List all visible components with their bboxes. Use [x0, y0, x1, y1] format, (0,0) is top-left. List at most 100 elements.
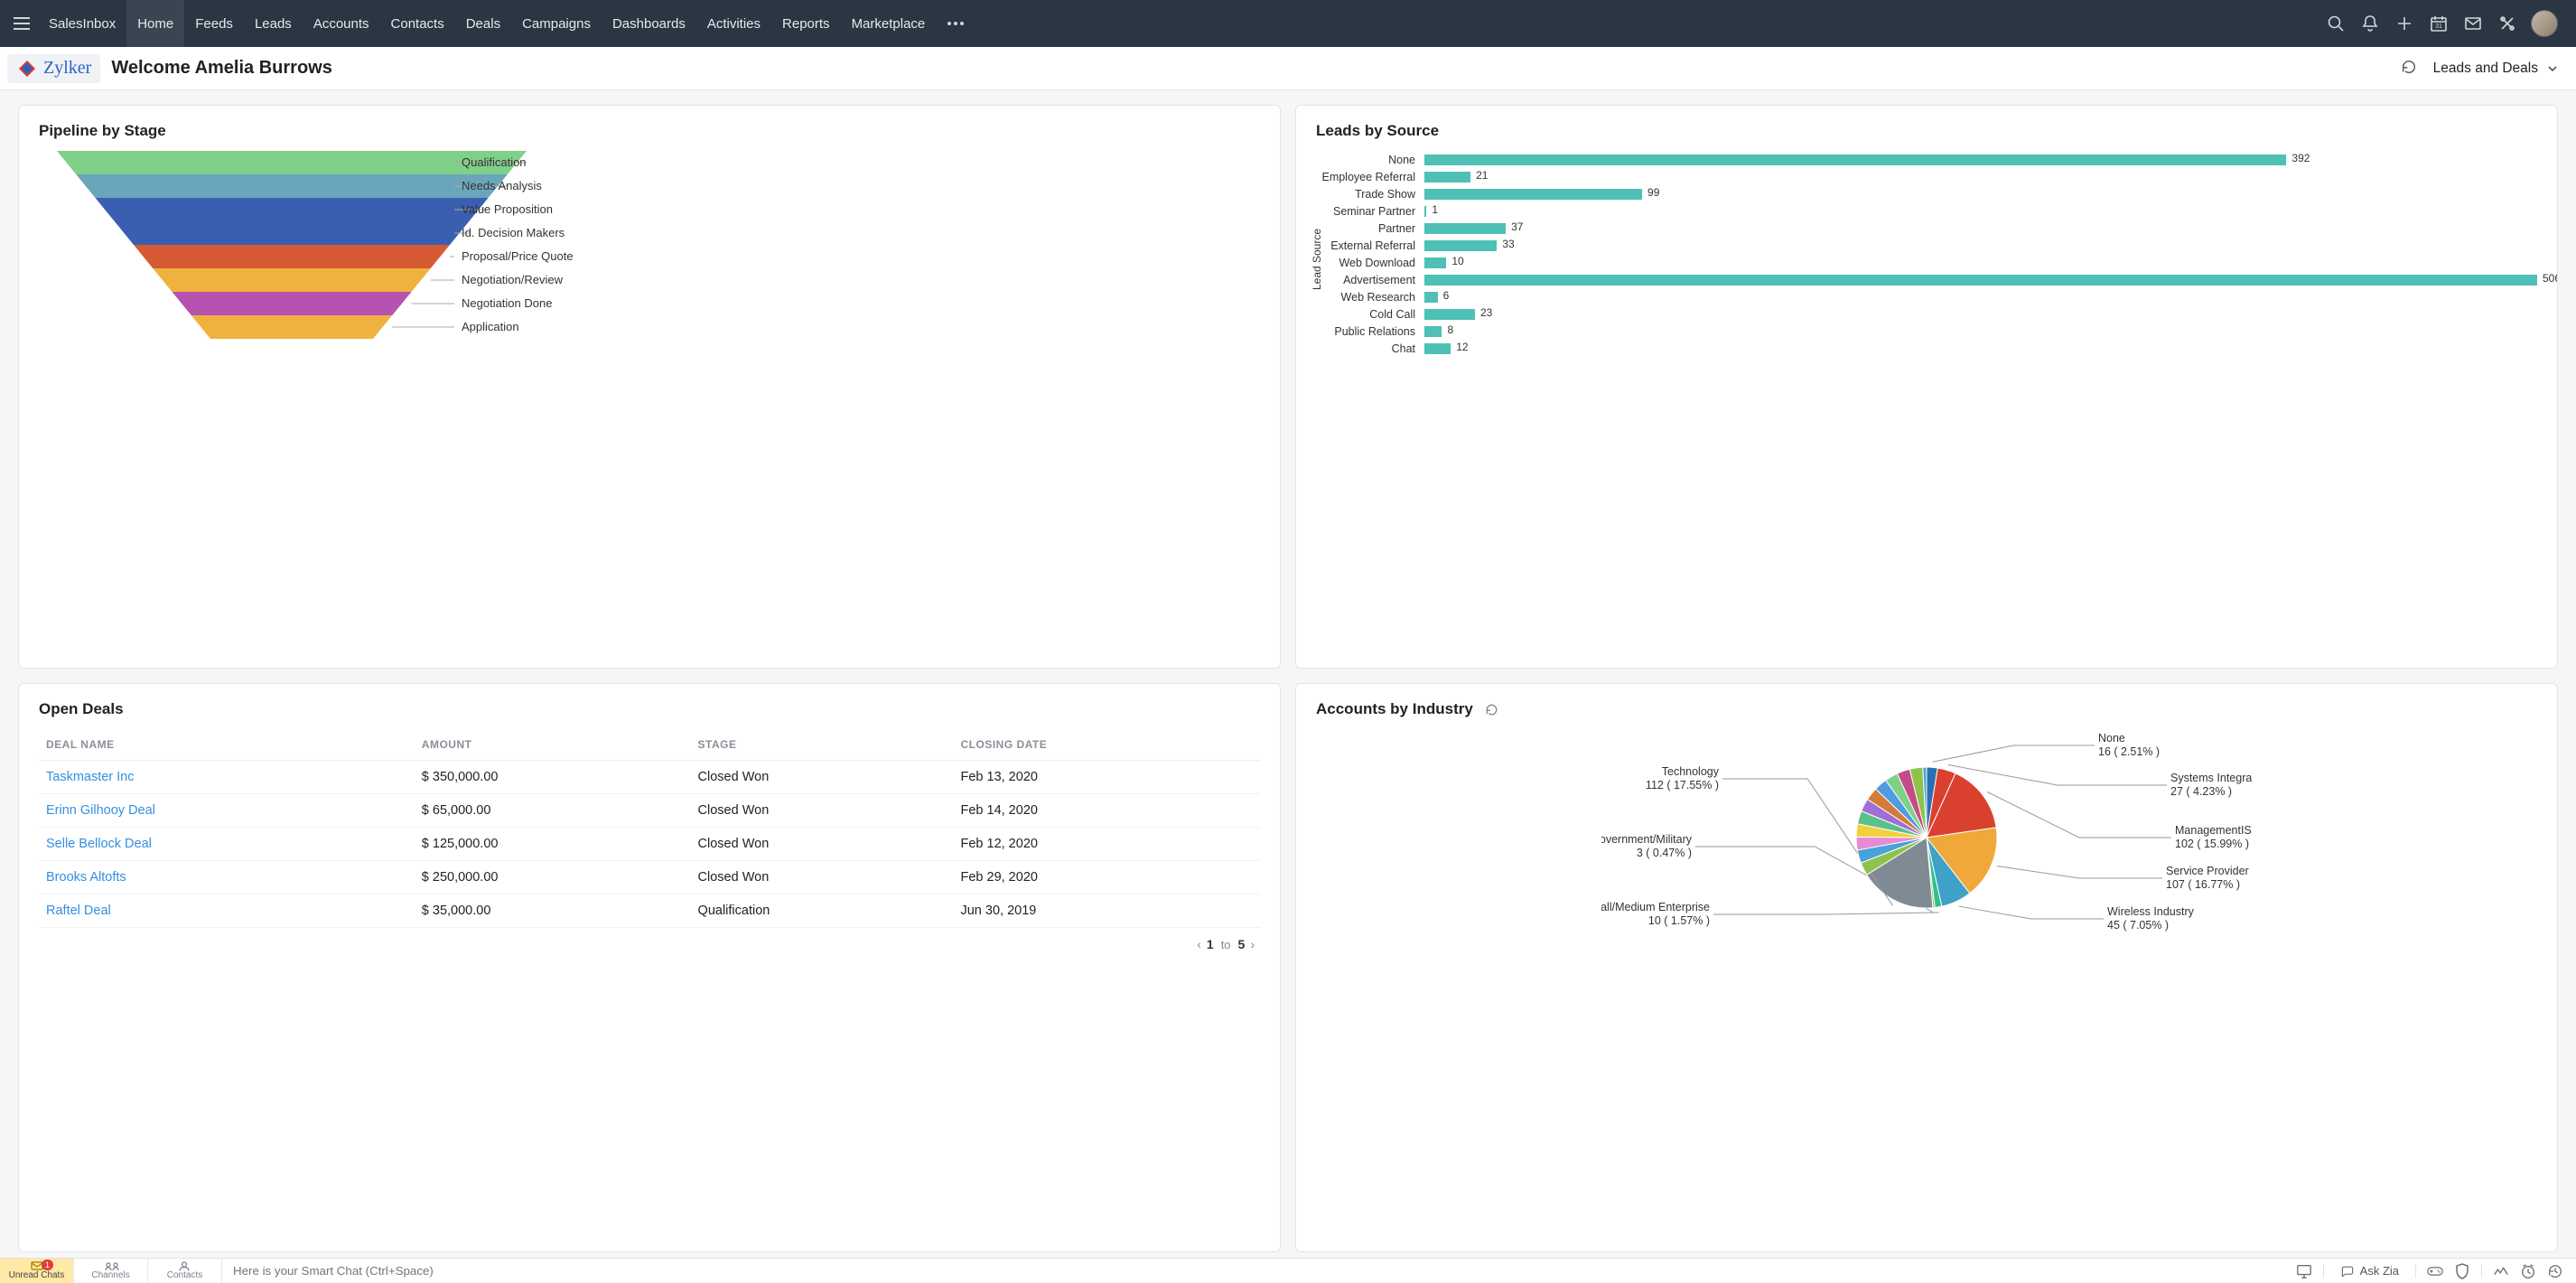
nav-item-marketplace[interactable]: Marketplace: [841, 0, 937, 47]
leads-bar: [1424, 326, 1442, 337]
pie-label: Systems Integrator: [2170, 772, 2252, 784]
card-title-leads: Leads by Source: [1316, 122, 2537, 140]
leads-category: Public Relations: [1316, 325, 1424, 338]
leads-value: 23: [1480, 306, 1492, 319]
deal-amount: $ 35,000.00: [415, 894, 691, 928]
pie-label-value: 16 ( 2.51% ): [2098, 745, 2160, 758]
refresh-icon[interactable]: [2401, 59, 2417, 78]
deal-amount: $ 125,000.00: [415, 828, 691, 861]
deal-date: Feb 12, 2020: [953, 828, 1260, 861]
funnel-band: [173, 292, 412, 315]
chevron-down-icon: [2547, 63, 2558, 74]
deal-name-link[interactable]: Raftel Deal: [39, 894, 415, 928]
footer-tab-unread-chats[interactable]: Unread Chats1: [0, 1259, 74, 1283]
leads-category: Trade Show: [1316, 188, 1424, 201]
ask-zia-button[interactable]: Ask Zia: [2335, 1264, 2404, 1278]
funnel-label: Proposal/Price Quote: [462, 249, 574, 263]
leads-value: 1: [1432, 203, 1438, 216]
nav-item-accounts[interactable]: Accounts: [303, 0, 380, 47]
deal-amount: $ 350,000.00: [415, 761, 691, 794]
leads-row: Public Relations 8: [1316, 323, 2537, 340]
nav-brand[interactable]: SalesInbox: [38, 0, 126, 47]
leads-bar: [1424, 172, 1470, 183]
nav-item-feeds[interactable]: Feeds: [184, 0, 244, 47]
funnel-band: [76, 174, 508, 198]
funnel-band: [191, 315, 393, 339]
smartchat-input[interactable]: [222, 1259, 2296, 1283]
pager-next-icon[interactable]: ›: [1250, 937, 1255, 951]
nav-item-reports[interactable]: Reports: [771, 0, 841, 47]
refresh-accounts-icon[interactable]: [1485, 703, 1498, 716]
deal-stage: Qualification: [691, 894, 954, 928]
footer-tab-channels[interactable]: Channels: [74, 1259, 148, 1283]
card-title-deals: Open Deals: [39, 700, 1260, 718]
search-icon[interactable]: [2325, 13, 2347, 34]
leads-chart: Lead Source None392Employee Referral21Tr…: [1316, 151, 2537, 368]
avatar[interactable]: [2531, 10, 2558, 37]
deal-name-link[interactable]: Brooks Altofts: [39, 861, 415, 894]
deal-name-link[interactable]: Taskmaster Inc: [39, 761, 415, 794]
plus-icon[interactable]: [2394, 13, 2415, 34]
pie-label-value: 112 ( 17.55% ): [1646, 779, 1719, 791]
nav-item-deals[interactable]: Deals: [455, 0, 511, 47]
top-nav: SalesInbox HomeFeedsLeadsAccountsContact…: [0, 0, 2576, 47]
nav-more-icon[interactable]: [936, 21, 975, 26]
mail-icon[interactable]: [2462, 13, 2484, 34]
table-row: Selle Bellock Deal$ 125,000.00Closed Won…: [39, 828, 1260, 861]
deal-date: Jun 30, 2019: [953, 894, 1260, 928]
bell-icon[interactable]: [2359, 13, 2381, 34]
pie-label: Small/Medium Enterprise: [1601, 901, 1710, 913]
monitor-icon[interactable]: [2296, 1263, 2312, 1279]
pie-label: ManagementISV: [2175, 824, 2252, 837]
nav-item-leads[interactable]: Leads: [244, 0, 303, 47]
clock-icon[interactable]: [2520, 1263, 2536, 1279]
nav-item-contacts[interactable]: Contacts: [380, 0, 455, 47]
nav-item-home[interactable]: Home: [126, 0, 184, 47]
footer-bar: Unread Chats1ChannelsContacts Ask Zia: [0, 1258, 2576, 1283]
nav-item-campaigns[interactable]: Campaigns: [511, 0, 602, 47]
table-row: Raftel Deal$ 35,000.00QualificationJun 3…: [39, 894, 1260, 928]
calendar-icon[interactable]: 31: [2428, 13, 2450, 34]
leads-category: Employee Referral: [1316, 171, 1424, 183]
pager-to-label: to: [1221, 938, 1231, 951]
leads-ylabel: Lead Source: [1311, 229, 1323, 290]
funnel-label: Negotiation Done: [462, 296, 552, 310]
pager-from: 1: [1207, 937, 1214, 951]
deal-name-link[interactable]: Erinn Gilhooy Deal: [39, 794, 415, 828]
tools-icon[interactable]: [2497, 13, 2518, 34]
table-row: Taskmaster Inc$ 350,000.00Closed WonFeb …: [39, 761, 1260, 794]
pie-label-value: 10 ( 1.57% ): [1648, 914, 1710, 927]
nav-item-dashboards[interactable]: Dashboards: [602, 0, 696, 47]
nav-item-activities[interactable]: Activities: [696, 0, 771, 47]
nav-right: 31: [2325, 10, 2571, 37]
pie-label-value: 27 ( 4.23% ): [2170, 785, 2232, 798]
zigzag-icon[interactable]: [2493, 1263, 2509, 1279]
deal-name-link[interactable]: Selle Bellock Deal: [39, 828, 415, 861]
funnel-label: Value Proposition: [462, 202, 553, 216]
pie-label-value: 107 ( 16.77% ): [2166, 878, 2240, 891]
leads-bar: [1424, 206, 1426, 217]
leads-category: Advertisement: [1316, 274, 1424, 286]
leads-row: External Referral33: [1316, 237, 2537, 254]
leads-value: 10: [1451, 255, 1463, 267]
menu-icon[interactable]: [5, 7, 38, 40]
footer-tab-contacts[interactable]: Contacts: [148, 1259, 222, 1283]
gamepad-icon[interactable]: [2427, 1263, 2443, 1279]
leads-category: Web Research: [1316, 291, 1424, 304]
deals-pager: ‹ 1 to 5 ›: [39, 928, 1260, 951]
pie-label-value: 3 ( 0.47% ): [1637, 847, 1692, 859]
table-row: Erinn Gilhooy Deal$ 65,000.00Closed WonF…: [39, 794, 1260, 828]
pager-prev-icon[interactable]: ‹: [1197, 937, 1201, 951]
ask-zia-label: Ask Zia: [2360, 1264, 2399, 1278]
shield-icon[interactable]: [2454, 1263, 2470, 1279]
deals-col: DEAL NAME: [39, 729, 415, 761]
history-icon[interactable]: [2547, 1263, 2563, 1279]
org-logo[interactable]: Zylker: [7, 54, 100, 83]
deal-amount: $ 65,000.00: [415, 794, 691, 828]
pie-label: Wireless Industry: [2107, 905, 2195, 918]
deal-stage: Closed Won: [691, 761, 954, 794]
leads-value: 8: [1447, 323, 1453, 336]
funnel-label: Negotiation/Review: [462, 273, 564, 286]
deals-col: CLOSING DATE: [953, 729, 1260, 761]
view-dropdown[interactable]: Leads and Deals: [2433, 61, 2558, 77]
